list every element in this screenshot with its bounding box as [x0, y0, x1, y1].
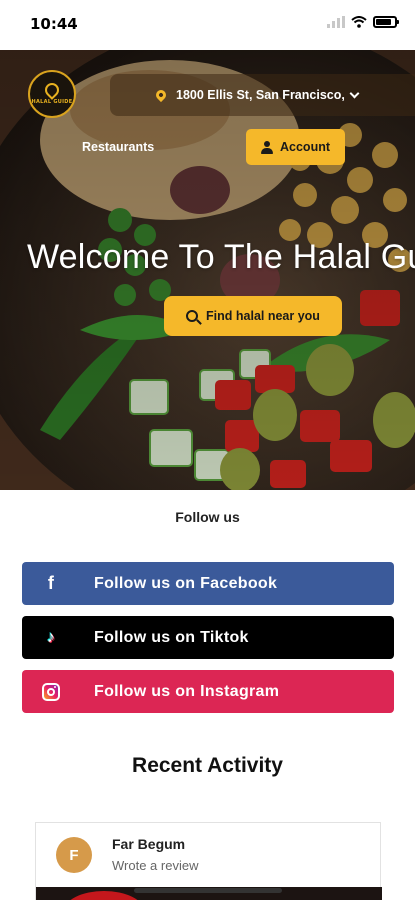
battery-icon — [373, 16, 399, 28]
location-text: 1800 Ellis St, San Francisco, — [176, 88, 345, 102]
status-time: 10:44 — [30, 15, 78, 33]
tiktok-button[interactable]: ♪ Follow us on Tiktok — [22, 616, 394, 659]
account-button[interactable]: Account — [246, 129, 345, 165]
find-halal-label: Find halal near you — [206, 309, 320, 323]
find-halal-button[interactable]: Find halal near you — [164, 296, 342, 336]
facebook-icon: f — [47, 573, 55, 593]
location-selector[interactable]: 1800 Ellis St, San Francisco, — [110, 74, 415, 116]
facebook-label: Follow us on Facebook — [94, 574, 278, 592]
status-icons — [327, 16, 399, 28]
instagram-button[interactable]: Follow us on Instagram — [22, 670, 394, 713]
account-label: Account — [280, 140, 330, 154]
facebook-button[interactable]: f Follow us on Facebook — [22, 562, 394, 605]
instagram-label: Follow us on Instagram — [94, 682, 280, 700]
logo-pin-icon — [42, 80, 62, 100]
location-pin-icon — [153, 87, 169, 103]
chevron-down-icon — [349, 88, 360, 98]
tiktok-icon: ♪ — [46, 628, 56, 646]
nav-restaurants-link[interactable]: Restaurants — [82, 140, 154, 154]
follow-title: Follow us — [175, 509, 240, 525]
status-bar: 10:44 — [0, 0, 415, 50]
tiktok-label: Follow us on Tiktok — [94, 628, 249, 646]
wifi-icon — [351, 16, 367, 28]
welcome-heading: Welcome To The Halal Gu — [27, 238, 415, 276]
app-logo[interactable]: HALAL GUIDE — [28, 70, 76, 118]
signal-icon — [327, 16, 345, 28]
user-icon — [261, 140, 273, 154]
avatar: F — [56, 837, 92, 873]
home-indicator — [134, 888, 282, 893]
hero-banner: HALAL GUIDE 1800 Ellis St, San Francisco… — [0, 50, 415, 490]
activity-user-name[interactable]: Far Begum — [112, 836, 185, 852]
recent-activity-title: Recent Activity — [132, 754, 283, 777]
search-icon — [186, 310, 199, 322]
instagram-icon — [42, 682, 60, 701]
activity-action: Wrote a review — [112, 858, 199, 873]
